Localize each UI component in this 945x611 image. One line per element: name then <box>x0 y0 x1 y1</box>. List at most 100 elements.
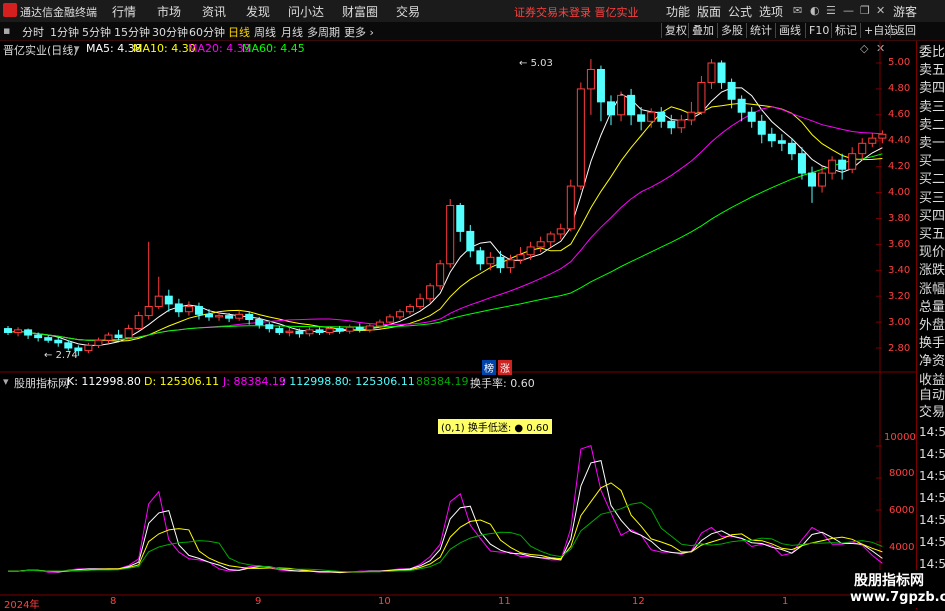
candle-body <box>466 230 475 252</box>
side-field-label: 买四 <box>919 208 945 224</box>
candle-body <box>647 111 656 122</box>
turnover-tooltip: (0,1) 换手低迷: ● 0.60 <box>438 419 552 434</box>
candle-body <box>536 241 545 248</box>
kline-chart[interactable] <box>0 0 916 609</box>
tick-time: 14:56 <box>919 535 945 549</box>
candle-body <box>255 319 264 326</box>
candle-body <box>44 337 53 341</box>
candle-body <box>456 205 465 232</box>
side-field-label: 卖二 <box>919 117 945 133</box>
candle-body <box>84 344 93 352</box>
side-field-label: 委比 <box>919 45 945 60</box>
candle-body <box>305 329 314 335</box>
candle-body <box>134 315 143 330</box>
date-axis: 2024年 8 9 10 11 12 1 <box>0 596 916 611</box>
candle-body <box>446 205 455 265</box>
candle-body <box>426 285 435 300</box>
side-field-label: 买二 <box>919 172 945 188</box>
candle-body <box>285 330 294 333</box>
candle-body <box>687 111 696 121</box>
candle-body <box>144 306 153 317</box>
side-field-label: 现价 <box>919 245 945 261</box>
candle-body <box>275 328 284 333</box>
candle-body <box>54 339 63 344</box>
candle-body <box>506 259 515 269</box>
candle-body <box>868 137 877 144</box>
candle-body <box>677 119 686 129</box>
candle-body <box>637 114 646 122</box>
candle-body <box>556 228 565 235</box>
candle-body <box>416 298 425 308</box>
candle-body <box>94 339 103 346</box>
candle-body <box>486 256 495 265</box>
candle-body <box>838 159 847 170</box>
candle-body <box>194 306 203 315</box>
indicator-d: D: 125306.11 <box>144 375 220 388</box>
side-field-label: 净资 <box>919 354 945 370</box>
side-trade-label[interactable]: 自动 <box>919 388 945 404</box>
candle-body <box>205 313 213 318</box>
side-field-label: 收益 <box>919 372 945 388</box>
date-tick: 11 <box>498 596 511 607</box>
price-tick: 4.40 <box>888 135 911 146</box>
rise-badge[interactable]: 涨 <box>498 360 512 375</box>
candle-body <box>24 329 33 336</box>
candle-body <box>34 334 43 339</box>
indicator-v3: 88384.19 <box>416 375 469 388</box>
candle-body <box>797 153 806 174</box>
low-annotation: ← 2.74 <box>44 350 78 361</box>
tick-time: 14:56 <box>919 469 945 483</box>
side-field-label: 买五 <box>919 227 945 242</box>
price-tick: 3.80 <box>888 213 911 224</box>
candle-body <box>627 94 636 116</box>
side-field-label: 卖三 <box>919 99 945 115</box>
candle-body <box>476 250 485 265</box>
side-field-label: 买三 <box>919 190 945 206</box>
candle-body <box>546 233 555 243</box>
price-tick: 3.40 <box>888 265 911 276</box>
price-tick: 2.80 <box>888 343 911 354</box>
candle-body <box>737 98 746 113</box>
candle-body <box>828 159 837 174</box>
indicator-j-line <box>8 445 883 573</box>
date-tick: 12 <box>632 596 645 607</box>
ma10-line <box>7 102 883 342</box>
side-field-label: 总量 <box>919 299 945 315</box>
candle-body <box>617 94 626 116</box>
candle-body <box>325 328 334 333</box>
indicator-title: 股朋指标网 <box>14 377 69 390</box>
candle-body <box>747 111 756 122</box>
side-field-label: 换手 <box>919 336 945 352</box>
candle-body <box>496 256 505 269</box>
candle-body <box>808 172 816 187</box>
candle-body <box>657 111 666 122</box>
candle-body <box>395 311 404 318</box>
candle-body <box>375 321 384 327</box>
candle-body <box>526 246 535 256</box>
candle-body <box>265 324 274 330</box>
side-trade-label[interactable]: 交易 <box>919 405 945 421</box>
candle-body <box>607 101 615 116</box>
candle-body <box>596 68 605 103</box>
candle-body <box>104 334 113 341</box>
candle-body <box>335 328 344 332</box>
candle-body <box>777 140 786 144</box>
candle-body <box>848 153 857 170</box>
candle-body <box>858 142 867 155</box>
date-tick: 9 <box>255 596 262 607</box>
side-field-label: 外盘 <box>919 318 945 333</box>
price-tick: 3.20 <box>888 291 911 302</box>
rank-badge[interactable]: 榜 <box>482 360 496 375</box>
watermark: 股朋指标网 www.7gpzb.com <box>850 570 945 608</box>
candle-body <box>225 315 234 319</box>
indicator-k: K: 112998.80 <box>67 375 141 388</box>
indicator-j: J: 88384.19 <box>223 375 286 388</box>
candle-body <box>355 326 364 331</box>
indicator-dropdown-icon[interactable]: ▾ <box>3 375 9 388</box>
side-field-label: 买一 <box>919 154 945 170</box>
candle-body <box>436 263 445 287</box>
high-annotation: ← 5.03 <box>519 58 553 69</box>
candle-body <box>184 306 193 313</box>
price-axis: 5.00 4.80 4.60 4.40 4.20 4.00 3.80 3.60 … <box>880 0 916 380</box>
candle-body <box>174 303 183 313</box>
